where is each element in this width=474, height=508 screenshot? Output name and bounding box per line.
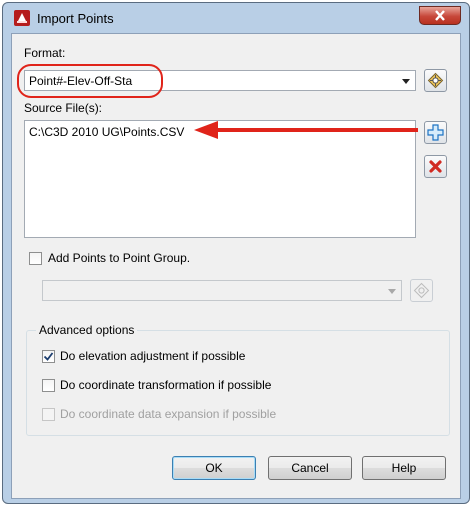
chevron-down-icon — [402, 79, 410, 84]
import-points-dialog: Import Points Format: Point#-Elev-Off-St… — [2, 2, 470, 504]
coordinate-transformation-label: Do coordinate transformation if possible — [60, 378, 272, 392]
elevation-adjustment-checkbox[interactable] — [42, 350, 55, 363]
window-title: Import Points — [37, 11, 114, 26]
elevation-adjustment-label: Do elevation adjustment if possible — [60, 349, 246, 363]
help-button[interactable]: Help — [362, 456, 446, 480]
coordinate-transformation-checkbox[interactable] — [42, 379, 55, 392]
cancel-button[interactable]: Cancel — [268, 456, 352, 480]
format-label: Format: — [24, 46, 66, 60]
title-bar: Import Points — [3, 3, 469, 33]
source-file-item[interactable]: C:\C3D 2010 UG\Points.CSV — [29, 125, 184, 139]
remove-file-button[interactable] — [424, 155, 447, 178]
close-icon — [435, 10, 445, 21]
plus-icon — [427, 124, 444, 141]
add-to-point-group-checkbox[interactable] — [29, 252, 42, 265]
point-group-picker-icon — [413, 282, 430, 299]
point-group-picker-button[interactable] — [410, 279, 433, 302]
chevron-down-icon — [388, 289, 396, 294]
coordinate-data-expansion-checkbox[interactable] — [42, 408, 55, 421]
add-to-point-group-label: Add Points to Point Group. — [48, 251, 191, 265]
ok-button[interactable]: OK — [172, 456, 256, 480]
point-group-dropdown[interactable] — [42, 280, 402, 301]
checkmark-icon — [43, 352, 54, 361]
close-button[interactable] — [419, 6, 461, 25]
delete-x-icon — [429, 160, 442, 173]
advanced-options-label: Advanced options — [36, 323, 138, 337]
format-settings-button[interactable] — [424, 69, 447, 92]
source-files-label: Source File(s): — [24, 101, 103, 115]
civil3d-app-icon — [14, 10, 30, 26]
format-highlight-ellipse — [17, 64, 163, 98]
format-settings-icon — [427, 72, 444, 89]
dialog-client-area: Format: Point#-Elev-Off-Sta Source File(… — [11, 33, 461, 499]
coordinate-data-expansion-label: Do coordinate data expansion if possible — [60, 407, 277, 421]
add-files-button[interactable] — [424, 121, 447, 144]
annotation-arrow — [194, 121, 418, 139]
